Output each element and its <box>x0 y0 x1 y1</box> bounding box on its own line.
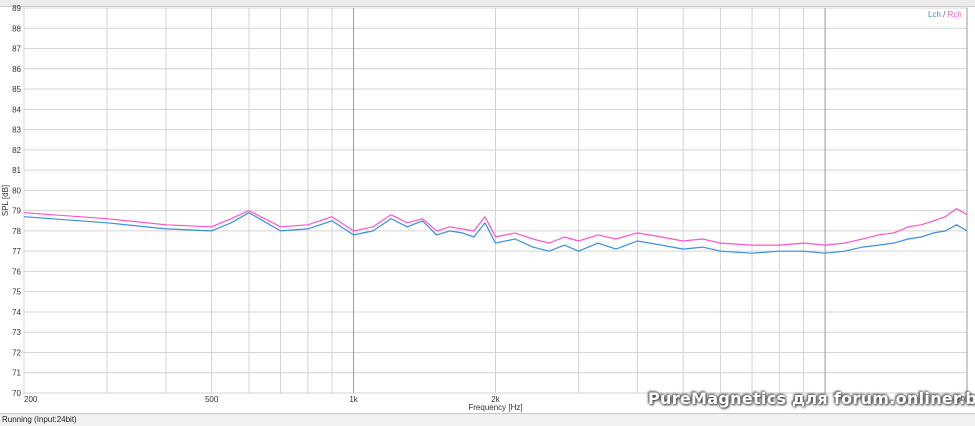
y-tick-label: 81 <box>12 166 21 175</box>
y-tick-label: 86 <box>12 65 21 74</box>
x-tick-label: 500 <box>205 395 219 404</box>
status-text: Running (Input:24bit) <box>2 415 77 424</box>
y-tick-label: 75 <box>12 288 21 297</box>
y-tick-label: 83 <box>12 126 21 135</box>
frequency-response-chart: 70 71 72 73 74 75 76 77 78 79 80 81 82 83 84 85 86 87 88 89… <box>1 4 970 412</box>
legend-separator: / <box>940 10 948 19</box>
y-tick-label: 74 <box>12 308 21 317</box>
y-tick-label: 80 <box>12 186 21 195</box>
y-tick-label: 87 <box>12 45 21 54</box>
legend-rch: Rch <box>947 10 962 19</box>
y-tick-label: 70 <box>12 389 21 398</box>
y-tick-label: 78 <box>12 227 21 236</box>
y-tick-label: 77 <box>12 247 21 256</box>
x-axis-label: Frequency [Hz] <box>468 403 522 412</box>
y-axis-label: SPL [dB] <box>1 185 10 216</box>
y-tick-label: 79 <box>12 207 21 216</box>
x-tick-label: 200 <box>24 395 38 404</box>
y-tick-label: 89 <box>12 4 21 13</box>
y-tick-label: 88 <box>12 24 21 33</box>
legend: Lch / Rch <box>928 10 962 19</box>
y-tick-label: 71 <box>12 369 21 378</box>
watermark: PureMagnetics для forum.onliner.by <box>648 389 975 408</box>
legend-lch: Lch <box>928 10 941 19</box>
y-tick-label: 82 <box>12 146 21 155</box>
status-bar: Running (Input:24bit) <box>0 413 975 426</box>
y-tick-label: 72 <box>12 348 21 357</box>
x-tick-label: 1k <box>349 395 358 404</box>
y-tick-label: 76 <box>12 267 21 276</box>
y-tick-label: 73 <box>12 328 21 337</box>
y-tick-label: 84 <box>12 105 21 114</box>
y-tick-label: 85 <box>12 85 21 94</box>
